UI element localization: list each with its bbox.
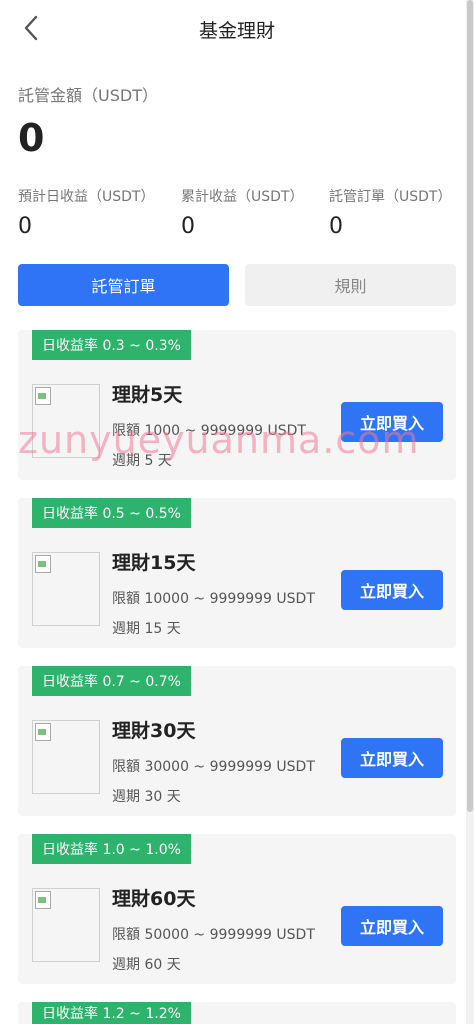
product-name: 理財15天 xyxy=(112,552,196,574)
custody-amount-value: 0 xyxy=(18,116,45,160)
buy-now-button[interactable]: 立即買入 xyxy=(341,402,443,442)
broken-image-icon xyxy=(35,555,51,573)
product-card: 日收益率 0.7 ~ 0.7% 理財30天 限額 30000 ~ 9999999… xyxy=(18,666,456,816)
stat-label: 累計收益（USDT） xyxy=(181,189,304,205)
custody-amount-label: 託管金額（USDT） xyxy=(18,86,158,105)
daily-rate-badge: 日收益率 0.7 ~ 0.7% xyxy=(32,666,191,696)
scrollbar-thumb[interactable] xyxy=(467,0,473,812)
stat-label: 預計日收益（USDT） xyxy=(18,189,155,205)
product-image xyxy=(32,720,100,794)
product-image xyxy=(32,888,100,962)
product-card: 日收益率 0.3 ~ 0.3% 理財5天 限額 1000 ~ 9999999 U… xyxy=(18,330,456,480)
product-card: 日收益率 1.2 ~ 1.2% xyxy=(18,1002,456,1024)
product-limit: 限額 10000 ~ 9999999 USDT xyxy=(112,591,315,607)
stat-estimated-daily: 預計日收益（USDT） 0 xyxy=(18,186,168,239)
tab-custody-orders[interactable]: 託管訂單 xyxy=(18,264,229,306)
broken-image-icon xyxy=(35,723,51,741)
product-image xyxy=(32,552,100,626)
stat-label: 託管訂單（USDT） xyxy=(329,189,452,205)
stat-custody-orders: 託管訂單（USDT） 0 xyxy=(329,186,474,239)
stat-value: 0 xyxy=(181,214,195,239)
top-bar: 基金理財 xyxy=(0,0,466,56)
broken-image-icon xyxy=(35,387,51,405)
product-image xyxy=(32,384,100,458)
product-name: 理財30天 xyxy=(112,720,196,742)
product-limit: 限額 50000 ~ 9999999 USDT xyxy=(112,927,315,943)
daily-rate-badge: 日收益率 0.5 ~ 0.5% xyxy=(32,498,191,528)
product-cycle: 週期 30 天 xyxy=(112,789,181,805)
product-cycle: 週期 15 天 xyxy=(112,621,181,637)
product-limit: 限額 1000 ~ 9999999 USDT xyxy=(112,423,306,439)
daily-rate-badge: 日收益率 0.3 ~ 0.3% xyxy=(32,330,191,360)
stat-value: 0 xyxy=(329,214,343,239)
product-card: 日收益率 0.5 ~ 0.5% 理財15天 限額 10000 ~ 9999999… xyxy=(18,498,456,648)
scrollbar[interactable] xyxy=(466,0,474,1024)
daily-rate-badge: 日收益率 1.2 ~ 1.2% xyxy=(32,1002,191,1024)
daily-rate-badge: 日收益率 1.0 ~ 1.0% xyxy=(32,834,191,864)
product-name: 理財60天 xyxy=(112,888,196,910)
tab-rules[interactable]: 規則 xyxy=(245,264,456,306)
product-limit: 限額 30000 ~ 9999999 USDT xyxy=(112,759,315,775)
page-title: 基金理財 xyxy=(198,20,275,42)
product-card: 日收益率 1.0 ~ 1.0% 理財60天 限額 50000 ~ 9999999… xyxy=(18,834,456,984)
buy-now-button[interactable]: 立即買入 xyxy=(341,906,443,946)
broken-image-icon xyxy=(35,891,51,909)
product-name: 理財5天 xyxy=(112,384,183,406)
buy-now-button[interactable]: 立即買入 xyxy=(341,570,443,610)
product-cycle: 週期 5 天 xyxy=(112,453,172,469)
product-cycle: 週期 60 天 xyxy=(112,957,181,973)
stat-accumulated: 累計收益（USDT） 0 xyxy=(181,186,331,239)
stat-value: 0 xyxy=(18,214,32,239)
buy-now-button[interactable]: 立即買入 xyxy=(341,738,443,778)
